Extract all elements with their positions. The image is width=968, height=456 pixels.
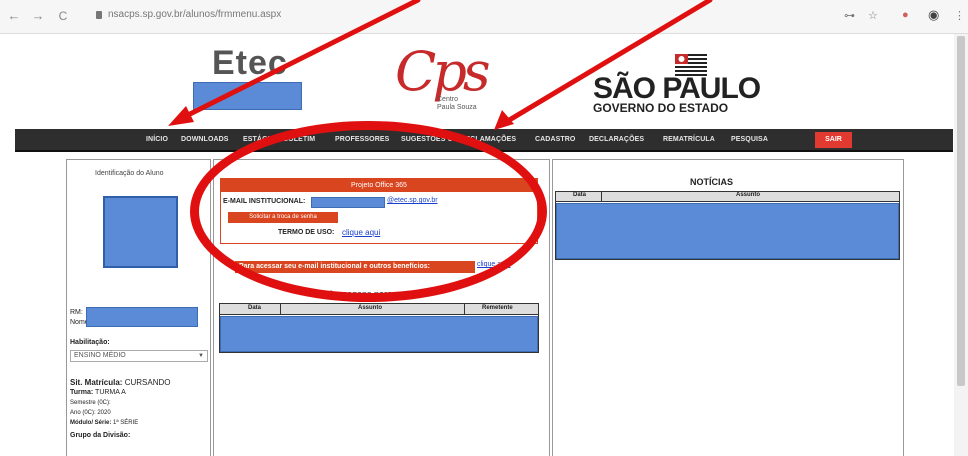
browser-toolbar: ← → C nsacps.sp.gov.br/alunos/frmmenu.as… (0, 0, 968, 34)
habilitacao-select[interactable]: ENSINO MÉDIO ▼ (70, 350, 208, 362)
redaction-box (193, 82, 302, 110)
sp-logo-subtitle: GOVERNO DO ESTADO (593, 101, 729, 115)
module-label: Módulo/ Série: (70, 420, 112, 426)
column-divider (280, 304, 281, 315)
star-icon[interactable]: ☆ (868, 9, 878, 22)
nav-inicio[interactable]: INÍCIO (146, 136, 168, 143)
nav-pesquisa[interactable]: PESQUISA (731, 136, 768, 143)
column-divider (464, 304, 465, 315)
module-row: Módulo/ Série: 1ª SÉRIE (70, 420, 138, 426)
reload-icon[interactable]: C (55, 9, 71, 23)
student-panel-title: Identificação do Aluno (95, 170, 164, 177)
nav-declaracoes[interactable]: DECLARAÇÕES (589, 136, 644, 143)
year-label: Ano (0C): 2020 (70, 410, 111, 416)
class-value: TURMA A (95, 389, 126, 396)
redaction-box (86, 307, 198, 327)
redaction-box (220, 316, 538, 352)
cps-logo: Cps (395, 40, 491, 103)
arrow-left-icon[interactable]: ← (6, 8, 22, 23)
messages-col-sender: Remetente (482, 305, 513, 311)
cps-subtitle-line2: Paula Souza (437, 104, 477, 111)
messages-col-date: Data (248, 305, 262, 311)
lock-icon (96, 11, 102, 19)
class-row: Turma: TURMA A (70, 389, 126, 396)
news-col-subject: Assunto (736, 192, 760, 198)
highlight-ellipse (190, 121, 547, 302)
rm-label: RM: (70, 309, 83, 316)
key-icon[interactable]: ⊶ (844, 9, 855, 22)
student-photo (103, 196, 178, 268)
nav-cadastro[interactable]: CADASTRO (535, 136, 575, 143)
scrollbar-thumb[interactable] (957, 36, 965, 386)
hab-label: Habilitação: (70, 339, 110, 346)
messages-col-subject: Assunto (358, 305, 382, 311)
arrow-left-head (168, 106, 194, 126)
cps-subtitle: Centro Paula Souza (437, 96, 477, 112)
column-divider (601, 192, 602, 202)
extension-icon[interactable]: ● (902, 9, 909, 21)
etec-logo: Etec (212, 44, 288, 82)
profile-icon[interactable]: ◉ (928, 7, 939, 23)
messages-table-header: Data Assunto Remetente (220, 304, 538, 315)
cps-subtitle-line1: Centro (437, 96, 459, 103)
redaction-box (556, 203, 899, 259)
chevron-down-icon: ▼ (198, 353, 204, 359)
logout-button[interactable]: SAIR (815, 132, 852, 148)
module-value: 1ª SÉRIE (113, 420, 139, 426)
news-table-header: Data Assunto (556, 192, 899, 202)
arrow-right-head (494, 110, 514, 130)
address-bar[interactable]: nsacps.sp.gov.br/alunos/frmmenu.aspx (108, 9, 281, 20)
status-value: CURSANDO (124, 378, 171, 387)
class-label: Turma: (70, 389, 94, 396)
status-label: Sit. Matrícula: (70, 378, 123, 387)
group-label: Grupo da Divisão: (70, 432, 131, 439)
arrow-right-icon[interactable]: → (30, 8, 46, 23)
semester-label: Semestre (0C): (70, 400, 111, 406)
nav-rematricula[interactable]: REMATRÍCULA (663, 136, 715, 143)
nav-downloads[interactable]: DOWNLOADS (181, 136, 229, 143)
news-title: NOTÍCIAS (690, 177, 734, 187)
status-row: Sit. Matrícula: CURSANDO (70, 378, 170, 387)
news-col-date: Data (573, 192, 587, 198)
menu-icon[interactable]: ⋮ (954, 9, 965, 22)
habilitacao-value: ENSINO MÉDIO (74, 352, 126, 359)
